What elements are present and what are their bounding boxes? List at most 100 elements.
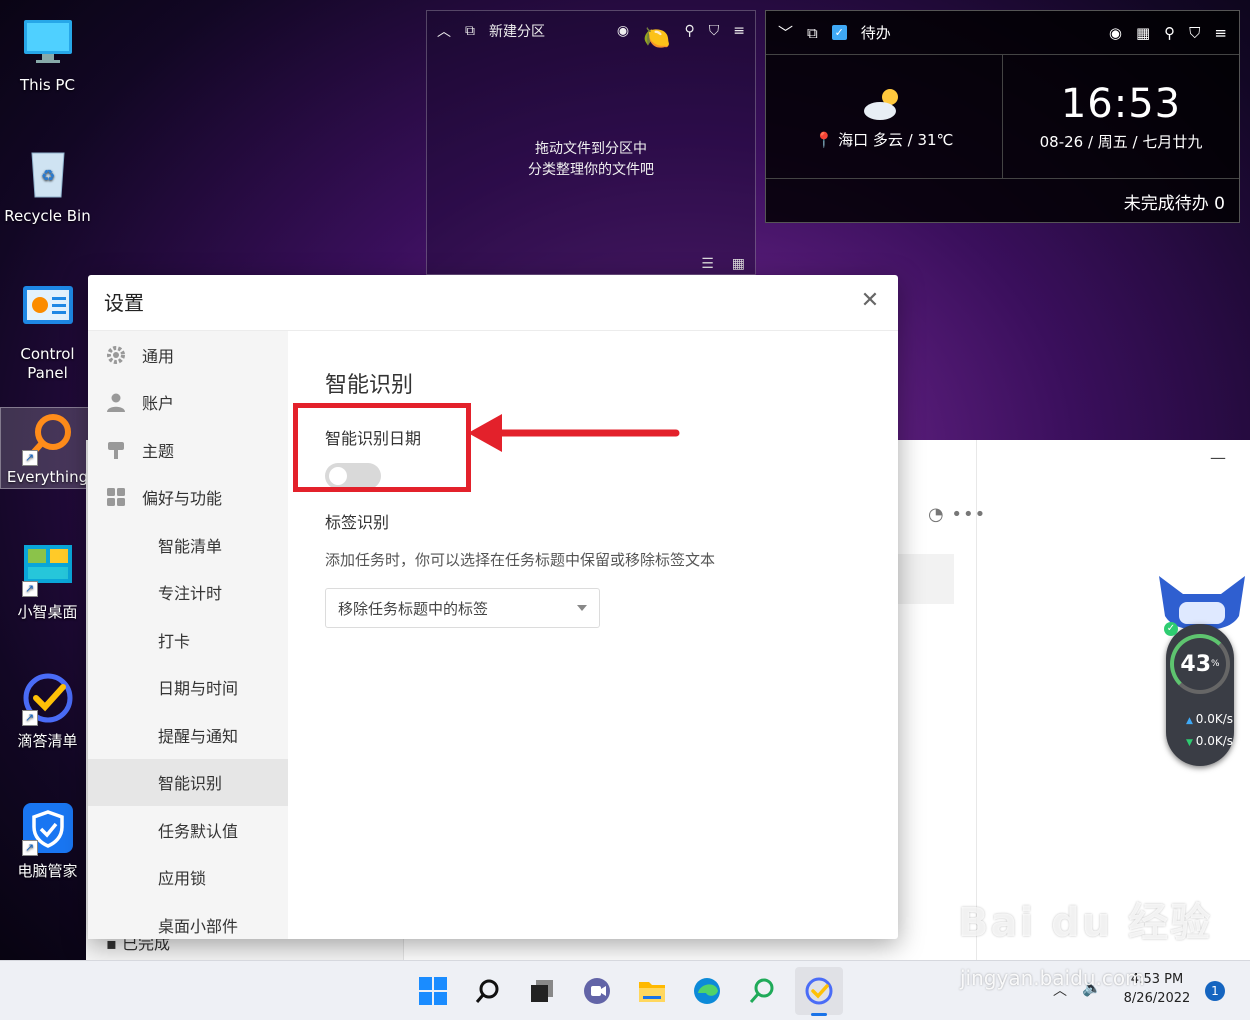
notification-badge[interactable]: 1 xyxy=(1205,981,1225,1001)
upload-arrow-icon: ▲ xyxy=(1186,716,1196,726)
grid-icon xyxy=(106,487,126,507)
shortcut-arrow-icon: ↗ xyxy=(21,581,38,597)
annotation-highlight-box xyxy=(293,403,471,492)
shirt-icon[interactable]: ⛉ xyxy=(1189,24,1200,42)
grid-view-icon[interactable]: ▦ xyxy=(732,256,745,272)
dialog-title: 设置 xyxy=(88,275,898,331)
download-arrow-icon: ▼ xyxy=(1186,738,1196,748)
user-icon[interactable]: ◉ xyxy=(1109,24,1122,42)
nav-item-habit[interactable]: 打卡 xyxy=(88,616,288,664)
nav-item-preferences[interactable]: 偏好与功能 xyxy=(88,474,288,522)
fence-widget[interactable]: ︿ ⧉ 新建分区 ◉ 🍋 ⚲ ⛉ ≡ 拖动文件到分区中 分类整理你的文件吧 ☰ … xyxy=(426,10,756,275)
download-speed: ▼ 0.0K/s xyxy=(1186,734,1233,748)
desktop-icon-this-pc[interactable]: This PC xyxy=(0,14,95,95)
sort-icon[interactable]: ☰ xyxy=(701,256,714,272)
nav-item-smart-recognition[interactable]: 智能识别 xyxy=(88,758,288,806)
collapse-icon[interactable]: ︿ xyxy=(437,21,451,41)
fence-footer: ☰ ▦ xyxy=(701,256,745,272)
search-app-icon[interactable] xyxy=(746,975,778,1007)
desktop-icon-pc-manager[interactable]: ↗ 电脑管家 xyxy=(0,800,95,881)
todo-header: ﹀ ⧉ ✓ 待办 ◉ ▦ ⚲ ⛉ ≡ xyxy=(766,11,1239,55)
nav-label: 偏好与功能 xyxy=(142,489,223,509)
desktop-icon-xiaozhi[interactable]: ↗ 小智桌面 xyxy=(0,541,95,622)
download-rate: 0.0K/s xyxy=(1195,734,1234,748)
shirt-icon[interactable]: ⛉ xyxy=(709,23,720,39)
checkbox-icon: ✓ xyxy=(831,25,847,40)
clock-date: 08-26 / 周五 / 七月廿九 xyxy=(1039,133,1203,151)
file-explorer-icon[interactable] xyxy=(636,975,668,1007)
nav-item-focus-timer[interactable]: 专注计时 xyxy=(88,569,288,617)
menu-icon[interactable]: ≡ xyxy=(733,23,745,39)
nav-label: 打卡 xyxy=(158,631,191,651)
tag-recognition-description: 添加任务时，你可以选择在任务标题中保留或移除标签文本 xyxy=(325,551,716,569)
teams-chat-icon[interactable] xyxy=(581,975,613,1007)
desktop-icon-control-panel[interactable]: Control Panel xyxy=(0,283,95,383)
edge-browser-icon[interactable] xyxy=(691,975,723,1007)
nav-item-widgets[interactable]: 桌面小部件 xyxy=(88,901,288,939)
network-speed-widget[interactable]: ✓ 43% ▲ 0.0K/s ▼ 0.0K/s xyxy=(1157,572,1247,772)
recycle-bin-icon: ♻ xyxy=(20,145,76,201)
nav-item-app-lock[interactable]: 应用锁 xyxy=(88,854,288,902)
desktop-icon-everything[interactable]: ↗ Everything xyxy=(0,407,95,489)
fence-hint-line: 分类整理你的文件吧 xyxy=(528,162,654,178)
nav-item-reminders[interactable]: 提醒与通知 xyxy=(88,711,288,759)
more-icon[interactable]: ◔ ••• xyxy=(928,504,986,525)
desktop-icon-label: Everything xyxy=(6,468,89,486)
minimize-icon[interactable]: — xyxy=(1210,448,1226,467)
close-icon[interactable]: ✕ xyxy=(858,289,882,313)
nav-item-general[interactable]: 通用 xyxy=(88,331,288,379)
weather-panel: 📍 海口 多云 / 31℃ xyxy=(766,55,1003,178)
nav-label: 智能识别 xyxy=(158,774,223,794)
svg-text:♻: ♻ xyxy=(40,166,54,185)
desktop-icon-label: Control Panel xyxy=(20,345,75,382)
windows-start-icon[interactable] xyxy=(417,975,449,1007)
fence-title: 新建分区 xyxy=(489,24,545,40)
annotation-arrow-icon xyxy=(468,414,680,452)
menu-icon[interactable]: ≡ xyxy=(1214,24,1227,42)
shield-icon: ↗ xyxy=(20,800,76,856)
calendar-icon[interactable]: ▦ xyxy=(1136,24,1150,42)
nav-label: 提醒与通知 xyxy=(158,726,239,746)
tag-handling-select[interactable]: 移除任务标题中的标签 xyxy=(325,588,600,628)
system-date: 8/26/2022 xyxy=(1123,991,1191,1006)
chevron-down-icon xyxy=(577,605,587,611)
nav-label: 日期与时间 xyxy=(158,679,239,699)
tag-recognition-label: 标签识别 xyxy=(325,513,390,532)
window-icon[interactable]: ⧉ xyxy=(807,24,818,42)
shortcut-arrow-icon: ↗ xyxy=(21,450,38,466)
desktop-icon-label: This PC xyxy=(20,76,75,94)
memory-percent: 43 xyxy=(1180,651,1212,677)
settings-dialog: 设置 ✕ 通用 账户 主题 偏好与功能 智能清单 专注计时 打卡 日期与时间 提… xyxy=(88,275,898,939)
todo-widget[interactable]: ﹀ ⧉ ✓ 待办 ◉ ▦ ⚲ ⛉ ≡ 📍 海口 多云 / 31℃ 16:53 0… xyxy=(765,10,1240,223)
select-value: 移除任务标题中的标签 xyxy=(338,599,489,618)
desktop-icon-ticktick[interactable]: ↗ 滴答清单 xyxy=(0,670,95,751)
desktop-icon-label: 电脑管家 xyxy=(17,862,78,880)
nav-item-account[interactable]: 账户 xyxy=(88,379,288,427)
ticktick-taskbar-icon[interactable] xyxy=(803,975,835,1016)
nav-item-smart-list[interactable]: 智能清单 xyxy=(88,521,288,569)
user-icon[interactable]: ◉ xyxy=(617,23,629,39)
percent-unit: % xyxy=(1211,659,1220,669)
task-view-icon[interactable] xyxy=(526,975,558,1007)
upload-speed: ▲ 0.0K/s xyxy=(1186,712,1233,726)
desktop-icon-recycle-bin[interactable]: ♻ Recycle Bin xyxy=(0,145,95,226)
nav-item-theme[interactable]: 主题 xyxy=(88,426,288,474)
weather-condition: 多云 / 31℃ xyxy=(872,131,954,149)
nav-label: 通用 xyxy=(142,346,175,366)
desktop-icon-label: 小智桌面 xyxy=(17,603,78,621)
partly-cloudy-icon xyxy=(862,85,906,121)
nav-item-date-time[interactable]: 日期与时间 xyxy=(88,664,288,712)
gear-icon xyxy=(106,345,126,365)
nav-item-task-defaults[interactable]: 任务默认值 xyxy=(88,806,288,854)
nav-label: 桌面小部件 xyxy=(158,916,239,936)
watermark-url: jingyan.baidu.com xyxy=(960,966,1145,990)
search-icon[interactable]: ⚲ xyxy=(1164,24,1175,42)
desktop-icon-label: 滴答清单 xyxy=(17,732,78,750)
shortcut-arrow-icon: ↗ xyxy=(21,710,38,726)
search-icon[interactable] xyxy=(472,975,504,1007)
todo-title: 待办 xyxy=(860,24,891,42)
location-pin-icon: 📍 xyxy=(814,131,834,149)
chevron-down-icon[interactable]: ﹀ xyxy=(778,22,793,43)
section-title: 智能识别 xyxy=(325,373,414,398)
search-icon[interactable]: ⚲ xyxy=(685,23,695,39)
